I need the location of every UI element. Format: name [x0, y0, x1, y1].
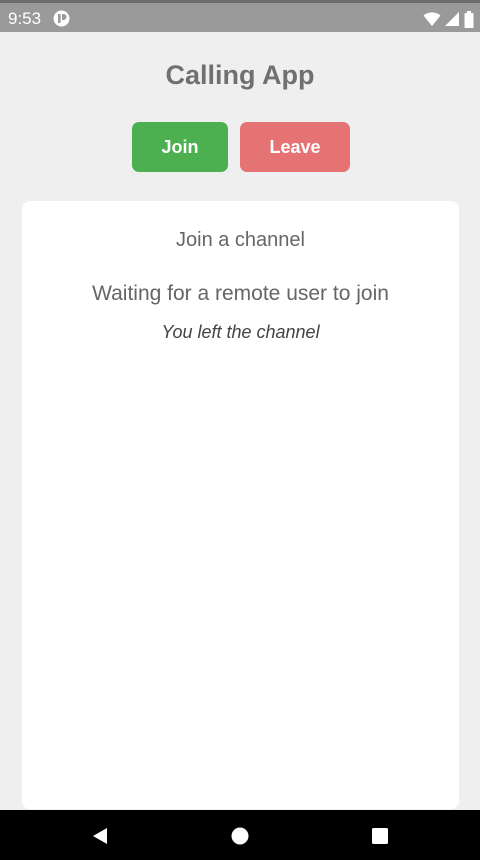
channel-label: Join a channel — [176, 229, 305, 251]
status-message: You left the channel — [161, 322, 320, 342]
app-notification-icon — [53, 10, 70, 27]
join-button[interactable]: Join — [132, 122, 228, 172]
cell-signal-icon — [445, 11, 460, 27]
home-icon[interactable] — [229, 825, 251, 847]
wifi-icon — [423, 11, 441, 27]
channel-card: Join a channel Waiting for a remote user… — [22, 201, 459, 809]
navigation-bar — [0, 810, 480, 860]
status-time: 9:53 — [8, 9, 42, 28]
page-title: Calling App — [165, 60, 315, 90]
status-bar: 9:53 — [0, 0, 480, 32]
recents-icon[interactable] — [369, 825, 391, 847]
back-icon[interactable] — [89, 825, 111, 847]
waiting-text: Waiting for a remote user to join — [92, 282, 389, 305]
battery-icon — [464, 10, 474, 28]
leave-button[interactable]: Leave — [240, 122, 350, 172]
status-icons — [423, 9, 474, 29]
